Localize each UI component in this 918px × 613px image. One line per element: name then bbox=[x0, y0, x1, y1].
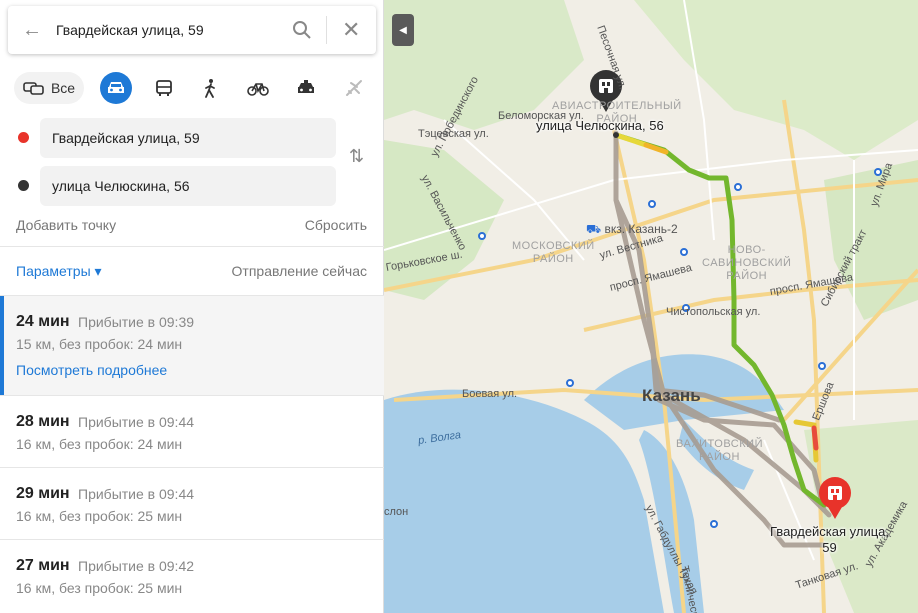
search-input[interactable]: Гвардейская улица, 59 bbox=[56, 22, 204, 38]
street-boevaya: Боевая ул. bbox=[462, 388, 518, 400]
transport-modes: Все bbox=[14, 72, 374, 104]
mode-all-button[interactable]: Все bbox=[14, 72, 84, 104]
route-distance: 15 км, без пробок: 24 мин bbox=[16, 336, 183, 352]
route-arrival: Прибытие в 09:39 bbox=[78, 314, 195, 330]
search-divider bbox=[326, 16, 327, 44]
route-duration: 28 мин bbox=[16, 413, 70, 430]
divider bbox=[0, 246, 384, 247]
route-point-from: Гвардейская улица, 59 bbox=[0, 118, 384, 158]
mode-walk-button[interactable] bbox=[194, 72, 226, 104]
destination-label: улица Челюскина, 56 bbox=[536, 118, 664, 133]
all-transport-icon bbox=[23, 82, 44, 95]
route-details-link[interactable]: Посмотреть подробнее bbox=[16, 362, 167, 378]
departure-time-button[interactable]: Отправление сейчас bbox=[232, 263, 367, 279]
route-point-to: улица Челюскина, 56 bbox=[0, 166, 384, 206]
app-root: ◀ АВИАСТРОИТЕЛЬНЫЙ РАЙОН МОСКОВСКИЙ РАЙО… bbox=[0, 0, 918, 613]
route-option-1[interactable]: 24 мин Прибытие в 09:39 15 км, без пробо… bbox=[0, 296, 384, 396]
back-arrow-icon[interactable]: ← bbox=[22, 20, 42, 40]
reset-button[interactable]: Сбросить bbox=[305, 217, 367, 233]
route-duration: 24 мин bbox=[16, 313, 70, 330]
destination-dot-icon bbox=[18, 180, 29, 191]
station-name: вкз. Казань-2 bbox=[604, 222, 678, 236]
bus-icon bbox=[156, 80, 172, 96]
route-duration: 29 мин bbox=[16, 485, 70, 502]
swap-points-icon[interactable]: ⇅ bbox=[349, 146, 371, 168]
pedestrian-icon bbox=[205, 79, 215, 98]
district-label-vakhit: ВАХИТОВСКИЙ РАЙОН bbox=[676, 438, 763, 463]
route-arrival: Прибытие в 09:42 bbox=[78, 558, 195, 574]
car-icon bbox=[108, 82, 124, 93]
route-option-2[interactable]: 28 мин Прибытие в 09:44 16 км, без пробо… bbox=[0, 396, 384, 468]
destination-field[interactable]: улица Челюскина, 56 bbox=[40, 166, 336, 206]
district-label-moskovsky: МОСКОВСКИЙ РАЙОН bbox=[512, 240, 595, 265]
mode-bus-button[interactable] bbox=[148, 72, 180, 104]
search-icon[interactable] bbox=[292, 20, 312, 40]
search-box[interactable]: ← Гвардейская улица, 59 ✕ bbox=[8, 6, 376, 54]
mode-bike-button[interactable] bbox=[242, 72, 274, 104]
district-label-novosav: НОВО- САВИНОВСКИЙ РАЙОН bbox=[702, 244, 792, 282]
plane-icon bbox=[346, 80, 362, 96]
route-option-3[interactable]: 29 мин Прибытие в 09:44 16 км, без пробо… bbox=[0, 468, 384, 540]
station-label: ⛟ вкз. Казань-2 bbox=[586, 222, 678, 238]
mode-taxi-button[interactable] bbox=[290, 72, 322, 104]
mode-car-button[interactable] bbox=[100, 72, 132, 104]
route-distance: 16 км, без пробок: 24 мин bbox=[16, 436, 183, 452]
mode-plane-button[interactable] bbox=[338, 72, 370, 104]
close-icon[interactable]: ✕ bbox=[342, 18, 362, 42]
route-duration: 27 мин bbox=[16, 557, 70, 574]
taxi-icon bbox=[298, 80, 314, 93]
origin-field[interactable]: Гвардейская улица, 59 bbox=[40, 118, 336, 158]
route-option-4[interactable]: 27 мин Прибытие в 09:42 16 км, без пробо… bbox=[0, 540, 384, 613]
params-dropdown[interactable]: Параметры ▾ bbox=[16, 263, 102, 280]
origin-dot-icon bbox=[18, 132, 29, 143]
bicycle-icon bbox=[247, 83, 269, 96]
map-view[interactable]: ◀ АВИАСТРОИТЕЛЬНЫЙ РАЙОН МОСКОВСКИЙ РАЙО… bbox=[384, 0, 918, 613]
route-distance: 16 км, без пробок: 25 мин bbox=[16, 508, 183, 524]
add-point-button[interactable]: Добавить точку bbox=[16, 217, 116, 233]
street-slon: слон bbox=[384, 506, 409, 518]
route-arrival: Прибытие в 09:44 bbox=[78, 414, 195, 430]
train-icon: ⛟ bbox=[586, 222, 602, 236]
collapse-panel-button[interactable]: ◀ bbox=[392, 14, 414, 46]
origin-label: Гвардейская улица, 59 bbox=[770, 524, 890, 555]
city-label: Казань bbox=[642, 386, 701, 405]
route-distance: 16 км, без пробок: 25 мин bbox=[16, 580, 183, 596]
route-panel: ← Гвардейская улица, 59 ✕ Все Гвардейска… bbox=[0, 0, 384, 613]
mode-all-label: Все bbox=[50, 80, 76, 96]
route-arrival: Прибытие в 09:44 bbox=[78, 486, 195, 502]
chevron-left-icon: ◀ bbox=[399, 24, 407, 36]
street-chistopolskaya: Чистопольская ул. bbox=[666, 306, 761, 318]
